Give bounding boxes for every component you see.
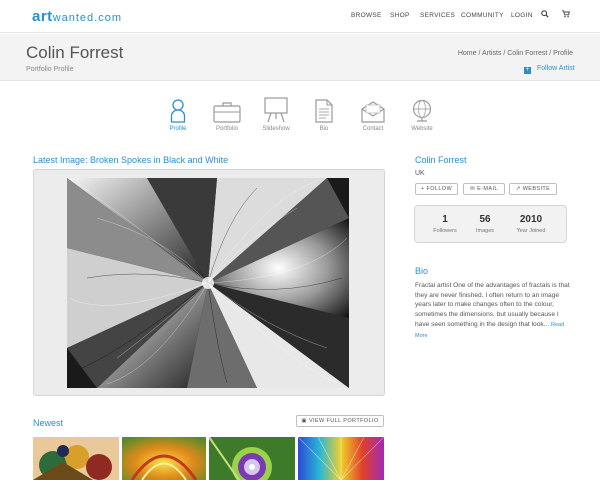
- tab-portfolio[interactable]: Portfolio: [207, 95, 247, 132]
- stat-followers: 1 Followers: [433, 214, 457, 234]
- follow-button[interactable]: + FOLLOW: [415, 183, 458, 195]
- cart-icon[interactable]: [562, 10, 570, 20]
- briefcase-icon: [207, 95, 247, 123]
- tab-bio[interactable]: Bio: [304, 95, 344, 132]
- nav-shop[interactable]: SHOP: [390, 12, 410, 19]
- document-icon: [304, 95, 344, 123]
- globe-icon: [402, 95, 442, 123]
- tab-contact[interactable]: Contact: [353, 95, 393, 132]
- view-full-portfolio-button[interactable]: ▣ VIEW FULL PORTFOLIO: [296, 415, 384, 427]
- website-button[interactable]: ↗ WEBSITE: [509, 183, 557, 195]
- search-icon[interactable]: [541, 10, 549, 20]
- latest-image-title[interactable]: Latest Image: Broken Spokes in Black and…: [33, 155, 228, 165]
- artist-country: UK: [415, 170, 425, 177]
- newest-thumbnail[interactable]: [298, 437, 384, 480]
- envelope-icon: [353, 95, 393, 123]
- artist-stats-panel: 1 Followers 56 Images 2010 Year Joined: [414, 205, 567, 243]
- person-icon: [158, 95, 198, 123]
- tab-website[interactable]: Website: [402, 95, 442, 132]
- bio-text: Fractal artist One of the advantages of …: [415, 282, 570, 339]
- follow-artist-link[interactable]: + Follow Artist: [524, 65, 575, 74]
- stat-year-joined: 2010 Year Joined: [516, 214, 546, 234]
- external-link-icon: ↗: [515, 186, 523, 192]
- plus-icon: +: [524, 67, 531, 74]
- nav-browse[interactable]: BROWSE: [351, 12, 382, 19]
- email-button[interactable]: ✉ E-MAIL: [463, 183, 505, 195]
- latest-artwork-image[interactable]: [67, 178, 349, 388]
- stat-images: 56 Images: [475, 214, 495, 234]
- newest-thumbnail[interactable]: [209, 437, 295, 480]
- nav-community[interactable]: COMMUNITY: [461, 12, 504, 19]
- tab-slideshow[interactable]: Slideshow: [256, 95, 296, 132]
- newest-thumbnail[interactable]: [33, 437, 119, 480]
- image-icon: ▣: [301, 418, 309, 424]
- top-navbar: artwanted.com BROWSE SHOP SERVICES COMMU…: [0, 0, 600, 33]
- newest-heading: Newest: [33, 418, 64, 428]
- artist-name[interactable]: Colin Forrest: [415, 155, 467, 165]
- easel-icon: [256, 95, 296, 123]
- bio-heading: Bio: [415, 266, 429, 276]
- tab-profile[interactable]: Profile: [158, 95, 198, 132]
- newest-thumbnail[interactable]: [122, 437, 206, 480]
- page-subtitle: Portfolio Profile: [26, 66, 74, 73]
- site-logo[interactable]: artwanted.com: [32, 8, 122, 25]
- nav-login[interactable]: LOGIN: [511, 12, 533, 19]
- page-title: Colin Forrest: [26, 43, 124, 62]
- breadcrumb[interactable]: Home / Artists / Colin Forrest / Profile: [458, 50, 573, 57]
- nav-services[interactable]: SERVICES: [420, 12, 455, 19]
